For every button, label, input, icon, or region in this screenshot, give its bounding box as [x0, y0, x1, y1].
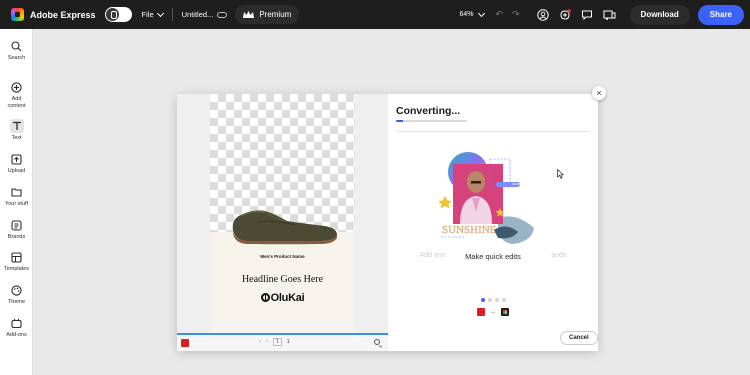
schedule-icon[interactable]: [603, 8, 616, 21]
sidebar-item-label: Templates: [3, 266, 30, 272]
prev-page-icon[interactable]: ‹: [259, 339, 261, 345]
sidebar-item-label: Upload: [7, 168, 26, 174]
top-bar-actions: 64% ↶ ↷ Download Share: [459, 0, 750, 29]
brand-name[interactable]: Adobe Express: [30, 10, 96, 20]
sidebar-item-label: Search: [7, 55, 26, 61]
sidebar-item-search[interactable]: Search: [0, 39, 33, 61]
folder-icon: [10, 185, 24, 199]
pdf-file-icon: [477, 308, 485, 316]
carousel-dot[interactable]: [495, 298, 499, 302]
divider: [171, 8, 173, 21]
sidebar-item-label: Your stuff: [5, 201, 28, 207]
next-page-icon[interactable]: ›: [266, 339, 268, 345]
pdf-page: Men's Product Name Headline Goes Here Ol…: [210, 94, 355, 333]
arrow-right-icon: →: [490, 309, 496, 315]
search-icon[interactable]: [374, 339, 380, 345]
zoom-control[interactable]: 64%: [459, 9, 486, 18]
adobe-express-logo-icon[interactable]: [11, 8, 24, 21]
collaborate-icon[interactable]: [537, 8, 550, 21]
document-title[interactable]: Untitled...: [182, 10, 228, 19]
mouse-cursor-icon: [557, 169, 564, 179]
adobe-express-logo-icon: [501, 308, 509, 316]
upload-icon: [10, 152, 24, 166]
sidebar-item-upload[interactable]: Upload: [0, 152, 33, 174]
cloud-sync-icon: [217, 11, 228, 18]
top-bar: Adobe Express File Untitled... Premium 6…: [0, 0, 750, 29]
headline: Headline Goes Here: [241, 274, 324, 285]
file-menu-label: File: [141, 10, 154, 19]
sidebar-item-label: Brands: [7, 234, 26, 240]
close-dialog-button[interactable]: ×: [592, 86, 606, 100]
addons-icon: [10, 316, 24, 330]
pdf-preview: OluKai Ad Template.pdf PDF Men's Product…: [177, 94, 388, 351]
chevron-down-icon: [478, 9, 486, 17]
sidebar-item-text[interactable]: Text: [0, 119, 33, 141]
comment-icon[interactable]: [581, 8, 594, 21]
pdf-toolbar: ‹ › 1 1: [177, 335, 388, 351]
chevron-down-icon: [156, 9, 164, 17]
premium-label: Premium: [259, 10, 292, 19]
undo-icon[interactable]: ↶: [495, 9, 503, 20]
file-menu[interactable]: File: [141, 9, 164, 19]
text-icon: [9, 119, 24, 133]
convert-pdf-dialog: OluKai Ad Template.pdf PDF Men's Product…: [177, 94, 598, 351]
sidebar-item-brands[interactable]: Brands: [0, 218, 33, 240]
conversion-progress-fill: [396, 120, 404, 122]
dialog-title: Converting...: [396, 105, 461, 117]
sidebar-item-label: Text: [11, 135, 22, 141]
search-icon: [10, 39, 24, 53]
rewards-icon[interactable]: [559, 8, 572, 21]
left-sidebar: Search Add content Text Upload Your stuf…: [0, 29, 33, 375]
plus-circle-icon: [10, 80, 24, 94]
olukai-logo: OluKai: [210, 292, 355, 304]
sidebar-item-label: Add-ons: [6, 332, 27, 338]
sidebar-item-theme[interactable]: Theme: [0, 283, 33, 305]
divider: [396, 131, 590, 132]
carousel-indicator: [481, 298, 506, 302]
sunshine-text: SUNSHINE: [442, 224, 497, 236]
conversion-formats: →: [477, 308, 509, 316]
download-button[interactable]: Download: [629, 4, 690, 25]
carousel-dot[interactable]: [488, 298, 492, 302]
page-navigator: ‹ › 1 1: [259, 338, 290, 346]
converting-panel: Converting... SUNSHINE Add text ands Mak…: [388, 94, 598, 351]
conversion-progress-bar: [396, 120, 467, 122]
feature-caption: Make quick edits: [465, 252, 521, 261]
crown-icon: [243, 10, 255, 19]
brand-icon: [10, 218, 24, 232]
shoe-image: [232, 210, 337, 245]
premium-button[interactable]: Premium: [235, 5, 300, 24]
sidebar-item-label: Add content: [7, 96, 26, 109]
document-title-label: Untitled...: [181, 10, 214, 19]
sidebar-item-templates[interactable]: Templates: [0, 250, 33, 272]
pdf-file-icon: [181, 339, 189, 347]
page-total: 1: [286, 339, 290, 345]
user-icon: [105, 8, 119, 21]
carousel-dot[interactable]: [481, 298, 485, 302]
close-icon: ×: [596, 88, 602, 98]
sidebar-item-your-stuff[interactable]: Your stuff: [0, 185, 33, 207]
zoom-level: 64%: [459, 11, 474, 18]
olukai-mark-icon: [260, 293, 270, 302]
palette-icon: [10, 283, 24, 297]
carousel-dot[interactable]: [502, 298, 506, 302]
templates-icon: [10, 250, 24, 264]
cancel-button[interactable]: Cancel: [560, 331, 598, 345]
account-toggle[interactable]: [104, 7, 132, 22]
product-name: Men's Product Name: [260, 254, 305, 259]
sidebar-item-label: Theme: [7, 299, 26, 305]
sidebar-item-add-content[interactable]: Add content: [0, 80, 33, 110]
undo-redo: ↶ ↷: [495, 9, 519, 20]
sidebar-item-add-ons[interactable]: Add-ons: [0, 316, 33, 338]
redo-icon[interactable]: ↷: [512, 9, 520, 20]
quick-edits-illustration: SUNSHINE: [438, 152, 534, 244]
page-number-input[interactable]: 1: [273, 338, 282, 346]
share-button[interactable]: Share: [697, 4, 744, 25]
